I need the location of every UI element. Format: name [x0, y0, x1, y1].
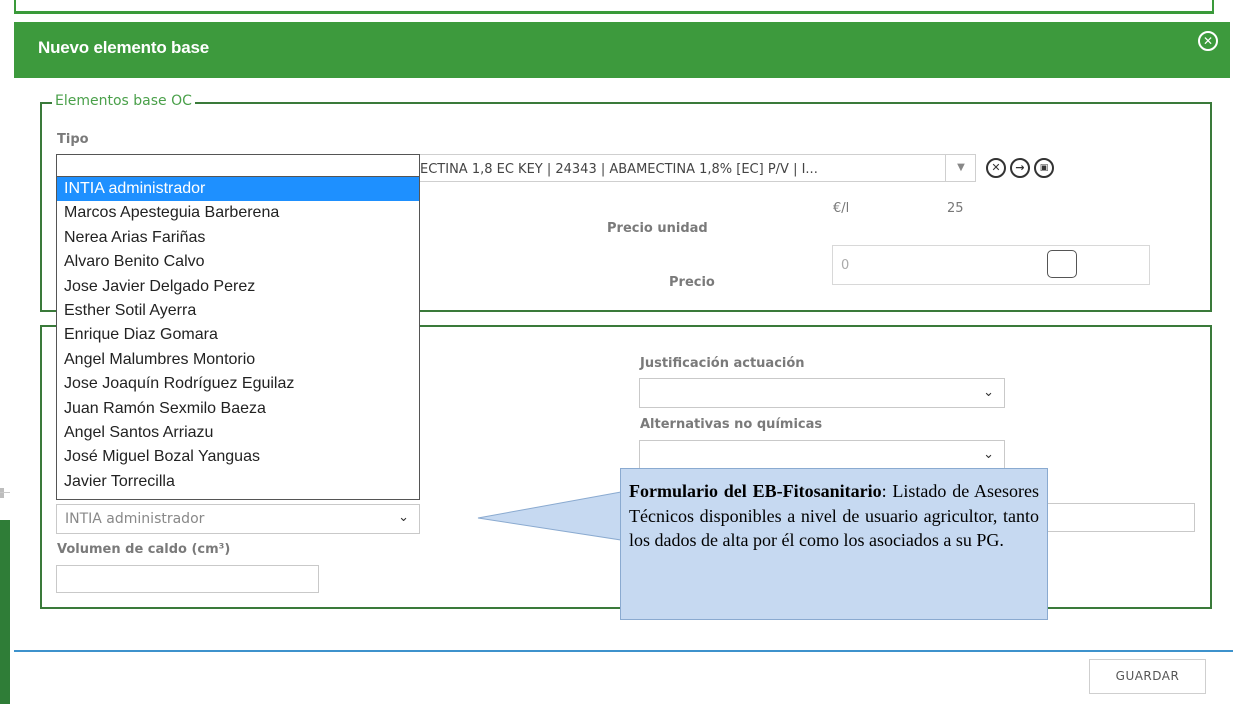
- dropdown-option[interactable]: Alvaro Benito Calvo: [57, 250, 419, 274]
- alternativas-select[interactable]: ⌄: [639, 440, 1005, 470]
- dropdown-option[interactable]: Angel Malumbres Montorio: [57, 348, 419, 372]
- asesor-selected-value: INTIA administrador: [65, 511, 205, 527]
- close-icon[interactable]: ✕: [1198, 31, 1218, 51]
- chevron-down-icon: ⌄: [398, 510, 409, 525]
- unit-label: €/l: [833, 201, 850, 216]
- dropdown-option[interactable]: Javier Torrecilla: [57, 470, 419, 494]
- justificacion-label: Justificación actuación: [640, 356, 805, 371]
- dropdown-option[interactable]: Marcos Apesteguia Barberena: [57, 201, 419, 225]
- previous-panel-edge: [14, 0, 1214, 14]
- dropdown-option[interactable]: Jose Javier Delgado Perez: [57, 275, 419, 299]
- tipo-label: Tipo: [57, 132, 89, 147]
- tipo-value: ECTINA 1,8 EC KEY | 24343 | ABAMECTINA 1…: [420, 162, 818, 177]
- dropdown-option[interactable]: Jose Joaquín Rodríguez Eguilaz: [57, 372, 419, 396]
- background-fragment: [0, 488, 4, 498]
- dropdown-search-box[interactable]: [57, 155, 419, 177]
- background-sidebar-fragment: [0, 520, 10, 704]
- chevron-down-icon: ⌄: [983, 447, 994, 462]
- volumen-label: Volumen de caldo (cm³): [57, 542, 231, 557]
- volumen-input[interactable]: [56, 565, 319, 593]
- dropdown-option[interactable]: Nerea Arias Fariñas: [57, 226, 419, 250]
- text-input[interactable]: [1045, 503, 1195, 532]
- document-icon[interactable]: ▣: [1034, 158, 1054, 178]
- alternativas-label: Alternativas no químicas: [640, 417, 823, 432]
- dialog-title: Nuevo elemento base: [38, 38, 209, 57]
- tipo-dropdown-arrow-icon[interactable]: ▼: [945, 154, 976, 182]
- dropdown-option[interactable]: Juan Ramón Sexmilo Baeza: [57, 397, 419, 421]
- arrow-right-icon[interactable]: →: [1010, 158, 1030, 178]
- dialog-header: Nuevo elemento base ✕: [14, 22, 1230, 78]
- precio-checkbox[interactable]: [1047, 250, 1077, 278]
- dropdown-option[interactable]: José Miguel Bozal Yanguas: [57, 445, 419, 469]
- dropdown-option[interactable]: Angel Santos Arriazu: [57, 421, 419, 445]
- unit-value: 25: [947, 201, 964, 216]
- justificacion-select[interactable]: ⌄: [639, 378, 1005, 408]
- clear-icon[interactable]: ✕: [986, 158, 1006, 178]
- dropdown-option[interactable]: Esther Sotil Ayerra: [57, 299, 419, 323]
- save-button[interactable]: GUARDAR: [1089, 659, 1206, 694]
- precio-label: Precio: [669, 275, 715, 290]
- chevron-down-icon: ⌄: [983, 385, 994, 400]
- footer-divider: [14, 650, 1233, 652]
- annotation-callout: Formulario del EB-Fitosanitario: Listado…: [620, 468, 1048, 620]
- asesor-dropdown-list: INTIA administrador Marcos Apesteguia Ba…: [56, 154, 420, 500]
- dropdown-option[interactable]: Enrique Diaz Gomara: [57, 323, 419, 347]
- precio-input[interactable]: [832, 245, 1150, 285]
- asesor-select[interactable]: INTIA administrador ⌄: [56, 504, 420, 534]
- background-divider: [0, 492, 10, 493]
- dropdown-option[interactable]: INTIA administrador: [57, 177, 419, 202]
- fieldset-legend: Elementos base OC: [52, 93, 195, 109]
- callout-title: Formulario del EB-Fitosanitario: [629, 481, 882, 501]
- precio-value: 0: [841, 258, 850, 273]
- precio-unidad-label: Precio unidad: [607, 221, 708, 236]
